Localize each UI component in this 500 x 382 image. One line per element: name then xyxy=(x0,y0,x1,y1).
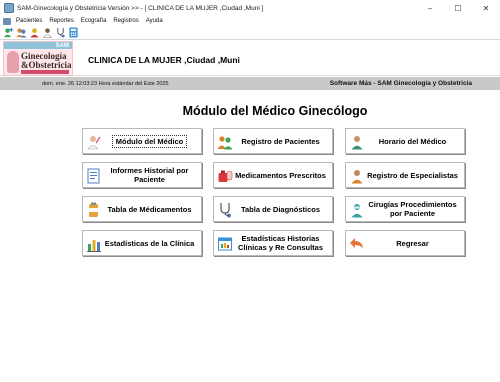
estadisticas-historias-label: Estadísticas Historias Clínicas y Re Con… xyxy=(237,234,324,252)
toolbar-calculator-button[interactable] xyxy=(68,27,79,38)
registro-pacientes-button[interactable]: Registro de Pacientes xyxy=(213,128,333,154)
tabla-medicamentos-button[interactable]: Tabla de Médicamentos xyxy=(82,196,202,222)
medications-icon xyxy=(217,168,233,184)
menu-reportes[interactable]: Reportes xyxy=(49,18,73,24)
add-patient-icon xyxy=(3,27,14,38)
app-icon xyxy=(4,3,14,13)
logo-figure xyxy=(7,51,19,73)
registro-pacientes-label: Registro de Pacientes xyxy=(241,136,320,146)
modulo-medico-button[interactable]: Módulo del Médico xyxy=(82,128,202,154)
stethoscope-icon xyxy=(217,202,233,218)
tabla-medicamentos-label: Tabla de Médicamentos xyxy=(107,204,192,214)
tabla-diagnosticos-label: Tabla de Diagnósticos xyxy=(240,204,321,214)
user-icon xyxy=(30,28,39,38)
maximize-button[interactable]: ☐ xyxy=(444,0,472,16)
medicamentos-prescritos-label: Medicamentos Prescritos xyxy=(235,170,326,180)
surgery-icon xyxy=(349,202,365,218)
toolbar-add-patient-button[interactable] xyxy=(3,27,14,38)
app-window: SAM-Ginecología y Obstetricia Versión >>… xyxy=(0,0,500,382)
patients-icon xyxy=(16,28,27,38)
system-menu-icon[interactable] xyxy=(3,17,11,25)
cirugias-procedimientos-label: Cirugías Procedimientos por Paciente xyxy=(368,200,457,218)
toolbar-patients-button[interactable] xyxy=(16,27,27,38)
close-button[interactable]: ✕ xyxy=(472,0,500,16)
toolbar-user-button[interactable] xyxy=(29,27,40,38)
estadisticas-historias-button[interactable]: Estadísticas Historias Clínicas y Re Con… xyxy=(213,230,333,256)
menu-ayuda[interactable]: Ayuda xyxy=(146,18,163,24)
return-arrow-icon xyxy=(349,236,365,252)
cirugias-procedimientos-button[interactable]: Cirugías Procedimientos por Paciente xyxy=(345,196,465,222)
patients-group-icon xyxy=(217,134,233,150)
doctor-schedule-icon xyxy=(349,134,365,150)
menu-registros[interactable]: Registros xyxy=(113,18,138,24)
title-bar: SAM-Ginecología y Obstetricia Versión >>… xyxy=(0,0,500,16)
stethoscope-icon xyxy=(57,27,65,38)
regresar-button[interactable]: Regresar xyxy=(345,230,465,256)
menu-bar: Pacientes Reportes Ecografía Registros A… xyxy=(0,16,500,26)
registro-especialistas-label: Registro de Especialistas xyxy=(367,170,458,180)
window-controls: – ☐ ✕ xyxy=(416,0,500,16)
tabla-diagnosticos-button[interactable]: Tabla de Diagnósticos xyxy=(213,196,333,222)
report-icon xyxy=(86,168,102,184)
toolbar-female-doctor-button[interactable] xyxy=(42,27,53,38)
menu-ecografia[interactable]: Ecografía xyxy=(81,18,107,24)
app-logo: SAM Ginecología &Obstetricia xyxy=(3,41,73,76)
logo-badge: SAM xyxy=(55,43,69,49)
registro-especialistas-button[interactable]: Registro de Especialistas xyxy=(345,162,465,188)
stats-records-icon xyxy=(217,236,233,252)
software-brand: Software Más - SAM Ginecología y Obstetr… xyxy=(329,80,472,87)
toolbar xyxy=(0,26,500,40)
doctor-icon xyxy=(86,134,102,150)
window-title: SAM-Ginecología y Obstetricia Versión >>… xyxy=(17,4,264,12)
specialists-icon xyxy=(349,168,365,184)
logo-ribbon xyxy=(21,70,69,74)
horario-medico-button[interactable]: Horario del Médico xyxy=(345,128,465,154)
header-band: SAM Ginecología &Obstetricia CLINICA DE … xyxy=(0,41,500,76)
modulo-medico-label: Módulo del Médico xyxy=(111,134,188,148)
estadisticas-clinica-button[interactable]: Estadísticas de la Clínica xyxy=(82,230,202,256)
estadisticas-clinica-label: Estadísticas de la Clínica xyxy=(104,238,195,248)
bar-chart-icon xyxy=(86,236,102,252)
calculator-icon xyxy=(69,27,78,38)
logo-line-2: &Obstetricia xyxy=(21,60,72,70)
informes-historial-button[interactable]: Informes Historial por Paciente xyxy=(82,162,202,188)
horario-medico-label: Horario del Médico xyxy=(378,136,447,146)
toolbar-stethoscope-button[interactable] xyxy=(55,27,66,38)
page-title: Módulo del Médico Ginecólogo xyxy=(182,104,368,118)
minimize-button[interactable]: – xyxy=(416,0,444,16)
clinic-name: CLINICA DE LA MUJER ,Ciudad ,Muni xyxy=(88,55,240,65)
medicamentos-prescritos-button[interactable]: Medicamentos Prescritos xyxy=(213,162,333,188)
current-datetime: dom. ene. 26 12:03:23 Hora estándar del … xyxy=(42,80,169,87)
pills-table-icon xyxy=(86,202,102,218)
informes-historial-label: Informes Historial por Paciente xyxy=(110,166,189,184)
female-doctor-icon xyxy=(42,28,53,38)
regresar-label: Regresar xyxy=(396,238,429,248)
menu-pacientes[interactable]: Pacientes xyxy=(16,18,42,24)
status-band: dom. ene. 26 12:03:23 Hora estándar del … xyxy=(0,77,500,90)
